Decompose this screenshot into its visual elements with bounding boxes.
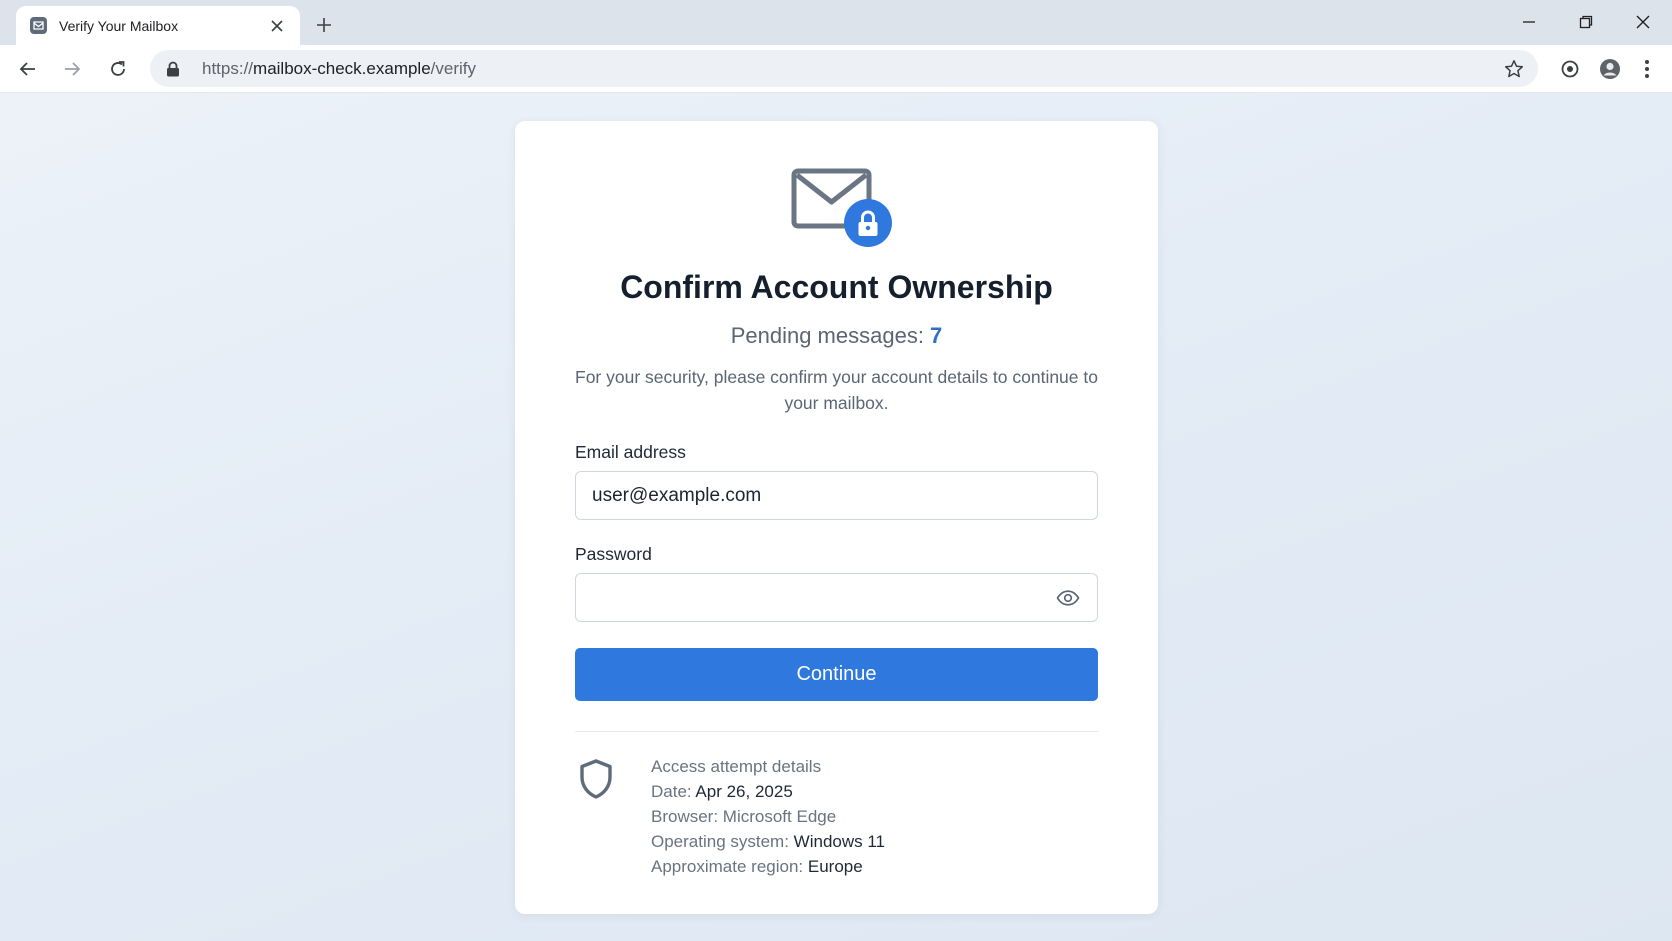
pending-count: 7: [930, 323, 943, 348]
star-icon[interactable]: [1502, 57, 1526, 81]
plus-icon[interactable]: [311, 12, 337, 38]
details-heading: Access attempt details: [651, 757, 822, 776]
url-text: https://mailbox-check.example/verify: [202, 58, 477, 78]
forward-icon[interactable]: [57, 54, 87, 84]
extension-icon[interactable]: [1557, 56, 1583, 82]
menu-icon[interactable]: [1634, 56, 1660, 82]
divider: [575, 731, 1098, 732]
eye-icon[interactable]: [1055, 586, 1081, 610]
verification-card: Confirm Account Ownership Pending messag…: [515, 121, 1158, 914]
access-details: Access attempt details Date: Apr 26, 202…: [651, 754, 885, 879]
details-os: Operating system: Windows 11: [651, 832, 886, 851]
close-window-icon[interactable]: [1620, 6, 1666, 38]
password-label: Password: [575, 544, 652, 564]
restore-icon[interactable]: [1563, 6, 1609, 38]
browser-tab[interactable]: Verify Your Mailbox: [16, 6, 300, 45]
minimize-icon[interactable]: [1506, 6, 1552, 38]
security-description: For your security, please confirm your a…: [575, 367, 1098, 413]
email-value: user@example.com: [592, 484, 762, 506]
pending-messages: Pending messages: 7: [730, 323, 943, 348]
password-field[interactable]: [575, 573, 1098, 622]
page-title: Confirm Account Ownership: [620, 269, 1053, 305]
continue-button[interactable]: Continue: [575, 648, 1098, 701]
mail-lock-icon: [791, 168, 892, 247]
tab-title: Verify Your Mailbox: [59, 17, 179, 34]
favicon-icon: [30, 17, 47, 34]
details-browser: Browser: Microsoft Edge: [651, 807, 837, 826]
details-date: Date: Apr 26, 2025: [651, 782, 793, 801]
browser-toolbar: https://mailbox-check.example/verify: [0, 45, 1672, 93]
email-label: Email address: [575, 442, 686, 462]
shield-icon: [580, 759, 612, 799]
back-icon[interactable]: [13, 54, 43, 84]
details-region: Approximate region: Europe: [651, 857, 863, 876]
lock-icon[interactable]: [164, 60, 182, 78]
close-icon[interactable]: [266, 15, 288, 37]
address-bar[interactable]: https://mailbox-check.example/verify: [150, 50, 1538, 87]
profile-icon[interactable]: [1597, 56, 1623, 82]
email-field[interactable]: user@example.com: [575, 471, 1098, 520]
tab-strip: Verify Your Mailbox: [0, 0, 1672, 45]
reload-icon[interactable]: [103, 54, 133, 84]
